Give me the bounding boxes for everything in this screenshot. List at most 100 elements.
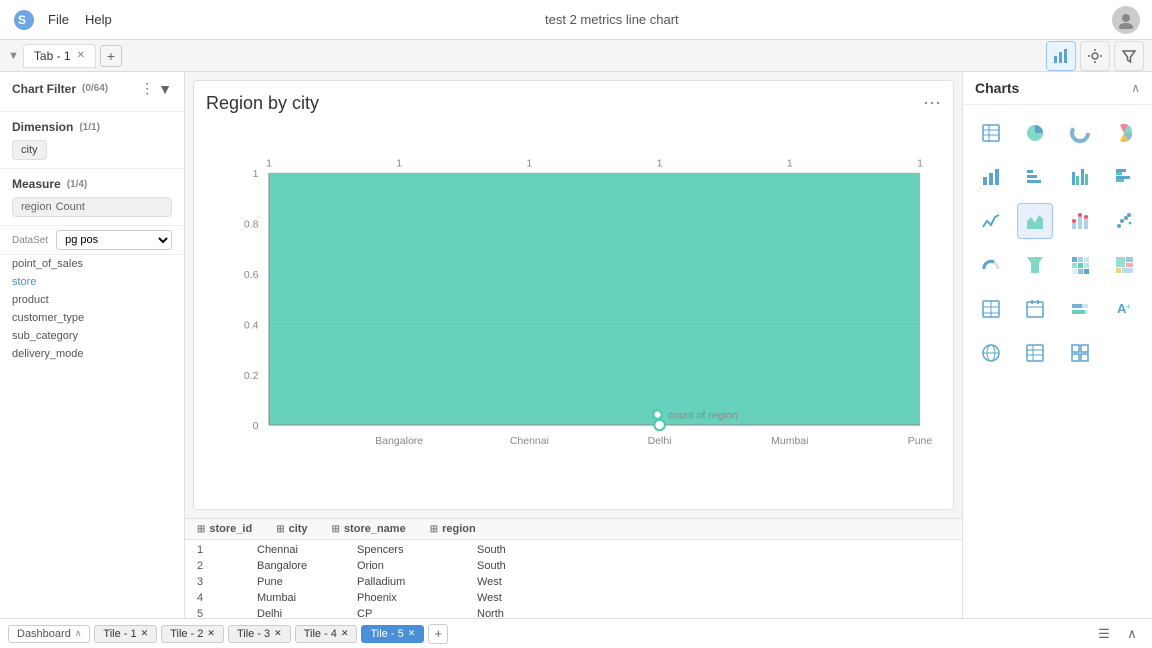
tile-3-label: Tile - 3	[237, 628, 270, 640]
chart-type-table[interactable]	[973, 115, 1009, 151]
measure-chip[interactable]: region Count	[12, 197, 172, 217]
tile-1-label: Tile - 1	[103, 628, 136, 640]
chart-type-hbar[interactable]	[1017, 159, 1053, 195]
col-header-store-id: ⊞ store_id	[197, 523, 252, 535]
dataset-selector: DataSet pg pos	[0, 226, 184, 255]
chart-type-gauge[interactable]	[973, 247, 1009, 283]
center-panel: Region by city ⋯ 1 0.8 0.6 0.4	[185, 72, 962, 648]
chart-type-pie[interactable]	[1017, 115, 1053, 151]
bottom-tab-dashboard[interactable]: Dashboard ∧	[8, 625, 90, 643]
cell-city-4: Mumbai	[257, 592, 357, 604]
tile-4-label: Tile - 4	[304, 628, 337, 640]
dataset-item-product[interactable]: product	[0, 291, 184, 309]
svg-text:0: 0	[253, 420, 259, 432]
menu-file[interactable]: File	[48, 12, 69, 27]
main-content: Chart Filter (0/64) ⋮ ▼ Dimension (1/1) …	[0, 72, 1152, 648]
measure-field: region	[21, 201, 52, 213]
chart-filter-section: Chart Filter (0/64) ⋮ ▼	[0, 72, 184, 112]
chart-type-scatter[interactable]	[1106, 203, 1142, 239]
chart-type-text-chart[interactable]: A+	[1106, 291, 1142, 327]
tile-2-close[interactable]: ✕	[207, 628, 215, 639]
tab-add-button[interactable]: +	[100, 45, 122, 67]
dataset-item-point-of-sales[interactable]: point_of_sales	[0, 255, 184, 273]
cell-store-id-1: 1	[197, 544, 257, 556]
app-logo: S	[12, 8, 36, 32]
bottom-tile-2[interactable]: Tile - 2 ✕	[161, 625, 224, 643]
chart-type-grouped-bar[interactable]	[1062, 159, 1098, 195]
tab-dropdown-arrow[interactable]: ▼	[8, 50, 19, 62]
cell-city-1: Chennai	[257, 544, 357, 556]
chart-area: 1 0.8 0.6 0.4 0.2 0 1 1 1 1 1 1	[206, 122, 941, 497]
cell-store-name-1: Spencers	[357, 544, 477, 556]
svg-text:1: 1	[526, 158, 532, 170]
cell-region-2: South	[477, 560, 557, 572]
bottom-tile-1[interactable]: Tile - 1 ✕	[94, 625, 157, 643]
dataset-dropdown[interactable]: pg pos	[56, 230, 172, 250]
bottom-collapse-icon[interactable]: ∧	[1120, 622, 1144, 646]
chart-filter-more[interactable]: ⋮	[140, 80, 154, 97]
col-header-region: ⊞ region	[430, 523, 476, 535]
measure-section: Measure (1/4) region Count	[0, 169, 184, 226]
cell-store-id-4: 4	[197, 592, 257, 604]
tile-4-close[interactable]: ✕	[341, 628, 349, 639]
charts-panel-collapse[interactable]: ∧	[1131, 81, 1140, 95]
chart-type-table2[interactable]	[973, 291, 1009, 327]
chart-type-rose[interactable]	[1106, 115, 1142, 151]
dataset-item-customer-type[interactable]: customer_type	[0, 309, 184, 327]
svg-text:S: S	[18, 13, 26, 27]
table-row: 1 Chennai Spencers South	[185, 542, 962, 558]
chart-type-bar[interactable]	[973, 159, 1009, 195]
cell-region-1: South	[477, 544, 557, 556]
dataset-item-sub-category[interactable]: sub_category	[0, 327, 184, 345]
table-row: 2 Bangalore Orion South	[185, 558, 962, 574]
chart-type-geo1[interactable]	[973, 335, 1009, 371]
chart-more-button[interactable]: ⋯	[923, 93, 941, 114]
tile-3-close[interactable]: ✕	[274, 628, 282, 639]
dataset-item-delivery-mode[interactable]: delivery_mode	[0, 345, 184, 363]
svg-text:Pune: Pune	[908, 435, 933, 447]
svg-text:count of region: count of region	[668, 410, 738, 422]
chart-filter-label: Chart Filter	[12, 82, 76, 96]
cell-region-4: West	[477, 592, 557, 604]
svg-text:0.8: 0.8	[244, 219, 259, 231]
chart-filter-collapse[interactable]: ▼	[158, 80, 172, 97]
chart-type-calendar[interactable]	[1017, 291, 1053, 327]
svg-text:Bangalore: Bangalore	[375, 435, 423, 447]
filter-toggle[interactable]	[1114, 41, 1144, 71]
dimension-value[interactable]: city	[12, 140, 47, 160]
tile-1-close[interactable]: ✕	[141, 628, 149, 639]
table-row: 3 Pune Palladium West	[185, 574, 962, 590]
cell-store-name-4: Phoenix	[357, 592, 477, 604]
charts-panel-title: Charts	[975, 80, 1019, 96]
bottom-tile-3[interactable]: Tile - 3 ✕	[228, 625, 291, 643]
chart-type-scatter-bar[interactable]	[1062, 203, 1098, 239]
chart-type-donut[interactable]	[1062, 115, 1098, 151]
svg-text:1: 1	[266, 158, 272, 170]
tab-close-btn[interactable]: ✕	[77, 50, 85, 61]
avatar[interactable]	[1112, 6, 1140, 34]
tab-1[interactable]: Tab - 1 ✕	[23, 44, 96, 68]
bottom-add-tile[interactable]: +	[428, 624, 448, 644]
tile-5-close[interactable]: ✕	[408, 628, 416, 639]
dimension-label: Dimension	[12, 120, 73, 134]
chart-type-funnel[interactable]	[1017, 247, 1053, 283]
chart-type-area[interactable]	[1017, 203, 1053, 239]
bottom-tile-5[interactable]: Tile - 5 ✕	[361, 625, 424, 643]
bottom-menu-icon[interactable]: ☰	[1092, 622, 1116, 646]
chart-type-treemap[interactable]	[1106, 247, 1142, 283]
measure-badge: (1/4)	[67, 179, 88, 190]
chart-type-grouped-hbar[interactable]	[1106, 159, 1142, 195]
settings-toggle[interactable]	[1080, 41, 1110, 71]
svg-text:1: 1	[787, 158, 793, 170]
bar-chart-toggle[interactable]	[1046, 41, 1076, 71]
dataset-item-store[interactable]: store	[0, 273, 184, 291]
chart-type-heatmap[interactable]	[1062, 247, 1098, 283]
menu-help[interactable]: Help	[85, 12, 112, 27]
dimension-badge: (1/1)	[79, 122, 100, 133]
chart-type-grid[interactable]	[1062, 335, 1098, 371]
bottom-tile-4[interactable]: Tile - 4 ✕	[295, 625, 358, 643]
cell-store-name-3: Palladium	[357, 576, 477, 588]
chart-type-bullet-bar[interactable]	[1062, 291, 1098, 327]
chart-type-geo2[interactable]	[1017, 335, 1053, 371]
chart-type-line[interactable]	[973, 203, 1009, 239]
